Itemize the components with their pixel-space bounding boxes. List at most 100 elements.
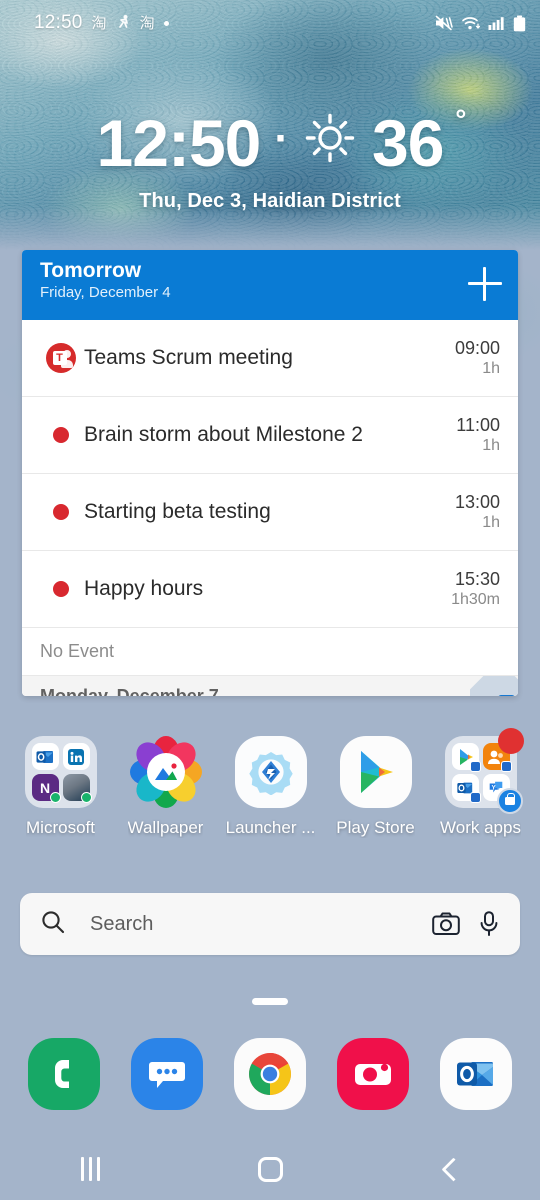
next-day-row[interactable]: Monday, December 7 [22, 676, 518, 696]
event-time: 15:30 [454, 568, 500, 589]
clock-separator: · [274, 114, 289, 163]
launcher-settings-icon-wrap[interactable] [234, 736, 307, 808]
calendar-title: Tomorrow [40, 259, 142, 282]
chrome-app-icon[interactable] [233, 1038, 306, 1110]
event-duration: 1h30m [451, 591, 500, 609]
messages-app-icon[interactable] [130, 1038, 203, 1110]
photo-mini-icon [62, 774, 92, 803]
play-store-icon-wrap[interactable] [339, 736, 412, 808]
work-apps-folder-icon-wrap[interactable]: Y [444, 728, 524, 814]
back-button[interactable] [410, 1145, 490, 1193]
navigation-bar [0, 1138, 540, 1200]
mute-icon [435, 15, 454, 31]
event-time-block: 09:00 1h [455, 337, 500, 380]
work-badge [469, 792, 481, 803]
wallpaper-app-icon[interactable] [129, 736, 202, 813]
event-title: Teams Scrum meeting [84, 346, 293, 369]
app-label: Microsoft [26, 818, 95, 837]
status-bar-left: 12:50 淘 淘 [34, 12, 435, 34]
clock-time[interactable]: 12:50 [97, 110, 262, 176]
download-badge [80, 792, 92, 803]
calendar-subtitle: Friday, December 4 [40, 284, 171, 302]
outlook-app-icon[interactable] [440, 1038, 513, 1110]
home-icon [257, 1156, 283, 1182]
event-time: 11:00 [456, 414, 500, 435]
lock-icon [504, 792, 515, 805]
search-icon[interactable] [40, 909, 66, 940]
calendar-event-row[interactable]: Starting beta testing 13:00 1h [22, 474, 518, 551]
dock-item-camera[interactable] [337, 1038, 410, 1110]
microsoft-folder[interactable]: N [24, 736, 97, 808]
calendar-header[interactable]: Tomorrow Friday, December 4 [22, 250, 518, 320]
microphone-icon[interactable] [478, 911, 500, 937]
temperature-value: 36 [372, 106, 444, 180]
play-store-app-icon[interactable] [339, 736, 412, 808]
dock-item-chrome[interactable] [233, 1038, 306, 1110]
camera-app-icon[interactable] [337, 1038, 410, 1110]
home-page-indicator[interactable] [252, 998, 288, 1005]
calendar-widget[interactable]: Tomorrow Friday, December 4 T Teams Scru… [22, 250, 518, 696]
event-icon-slot: T [40, 343, 84, 373]
wallpaper-app-icon-wrap[interactable] [129, 736, 202, 808]
date-location-label: Thu, Dec 3, Haidian District [139, 190, 401, 212]
app-cell-play-store[interactable]: Play Store [323, 736, 428, 838]
red-dot-icon [53, 581, 69, 597]
taobao-notification-icon-2: 淘 [139, 14, 155, 32]
generic-notification-dot [163, 20, 169, 26]
event-time-block: 13:00 1h [455, 491, 500, 534]
add-event-button[interactable] [468, 267, 502, 301]
event-time-block: 15:30 1h30m [451, 568, 500, 611]
calendar-event-row[interactable]: T Teams Scrum meeting 09:00 1h [22, 320, 518, 397]
event-title: Brain storm about Milestone 2 [84, 423, 363, 446]
event-duration: 1h [482, 360, 500, 378]
clock-row: 12:50 · 36 ° [0, 106, 540, 177]
search-input[interactable]: Search [90, 913, 414, 936]
app-grid: N Microsoft Wallpaper Launcher ... Play … [0, 728, 540, 838]
linkedin-mini-icon [62, 743, 90, 770]
camera-icon[interactable] [432, 912, 460, 936]
wifi-icon [461, 15, 481, 31]
status-bar-clock: 12:50 [34, 12, 83, 33]
app-cell-work-apps[interactable]: Y Work apps [428, 728, 533, 838]
work-badge [500, 761, 512, 772]
clock-weather-widget[interactable]: 12:50 · 36 ° Thu, Dec 3, Haidian District [0, 106, 540, 213]
launcher-settings-app-icon[interactable] [234, 736, 307, 808]
phone-app-icon[interactable] [27, 1038, 100, 1110]
calendar-event-row[interactable]: Brain storm about Milestone 2 11:00 1h [22, 397, 518, 474]
work-apps-folder[interactable]: Y [444, 728, 524, 814]
download-badge [49, 792, 61, 803]
search-bar[interactable]: Search [20, 893, 520, 955]
teams-icon: T [46, 343, 76, 373]
weather-temperature[interactable]: 36 ° [372, 106, 466, 177]
outlook-mini-icon [31, 743, 59, 770]
home-button[interactable] [230, 1145, 310, 1193]
next-day-label: Monday, December 7 [40, 685, 219, 697]
signal-icon [488, 15, 506, 31]
teams-person-head [63, 350, 71, 358]
back-chevron-icon [440, 1156, 466, 1182]
recents-button[interactable] [50, 1145, 130, 1193]
work-badge [469, 761, 481, 772]
recents-icon [80, 1157, 100, 1181]
onenote-mini-icon: N [31, 774, 61, 803]
calendar-event-row[interactable]: Happy hours 15:30 1h30m [22, 551, 518, 628]
dock-item-phone[interactable] [27, 1038, 100, 1110]
app-label: Work apps [440, 818, 521, 837]
event-time-block: 11:00 1h [456, 414, 500, 457]
event-duration: 1h [482, 514, 500, 532]
event-icon-slot [40, 581, 84, 597]
dock-item-outlook[interactable] [440, 1038, 513, 1110]
app-cell-launcher-settings[interactable]: Launcher ... [218, 736, 323, 838]
app-label: Play Store [336, 818, 415, 837]
red-dot-icon [53, 427, 69, 443]
event-title: Starting beta testing [84, 500, 271, 523]
work-lock-badge [496, 788, 523, 814]
dock-item-messages[interactable] [130, 1038, 203, 1110]
microsoft-folder-icon-wrap[interactable]: N [24, 736, 97, 808]
widget-resize-corner[interactable] [470, 676, 518, 696]
app-cell-microsoft[interactable]: N Microsoft [8, 736, 113, 838]
event-icon-slot [40, 427, 84, 443]
app-cell-wallpaper[interactable]: Wallpaper [113, 736, 218, 838]
battery-icon [513, 15, 526, 32]
status-bar[interactable]: 12:50 淘 淘 [0, 0, 540, 46]
